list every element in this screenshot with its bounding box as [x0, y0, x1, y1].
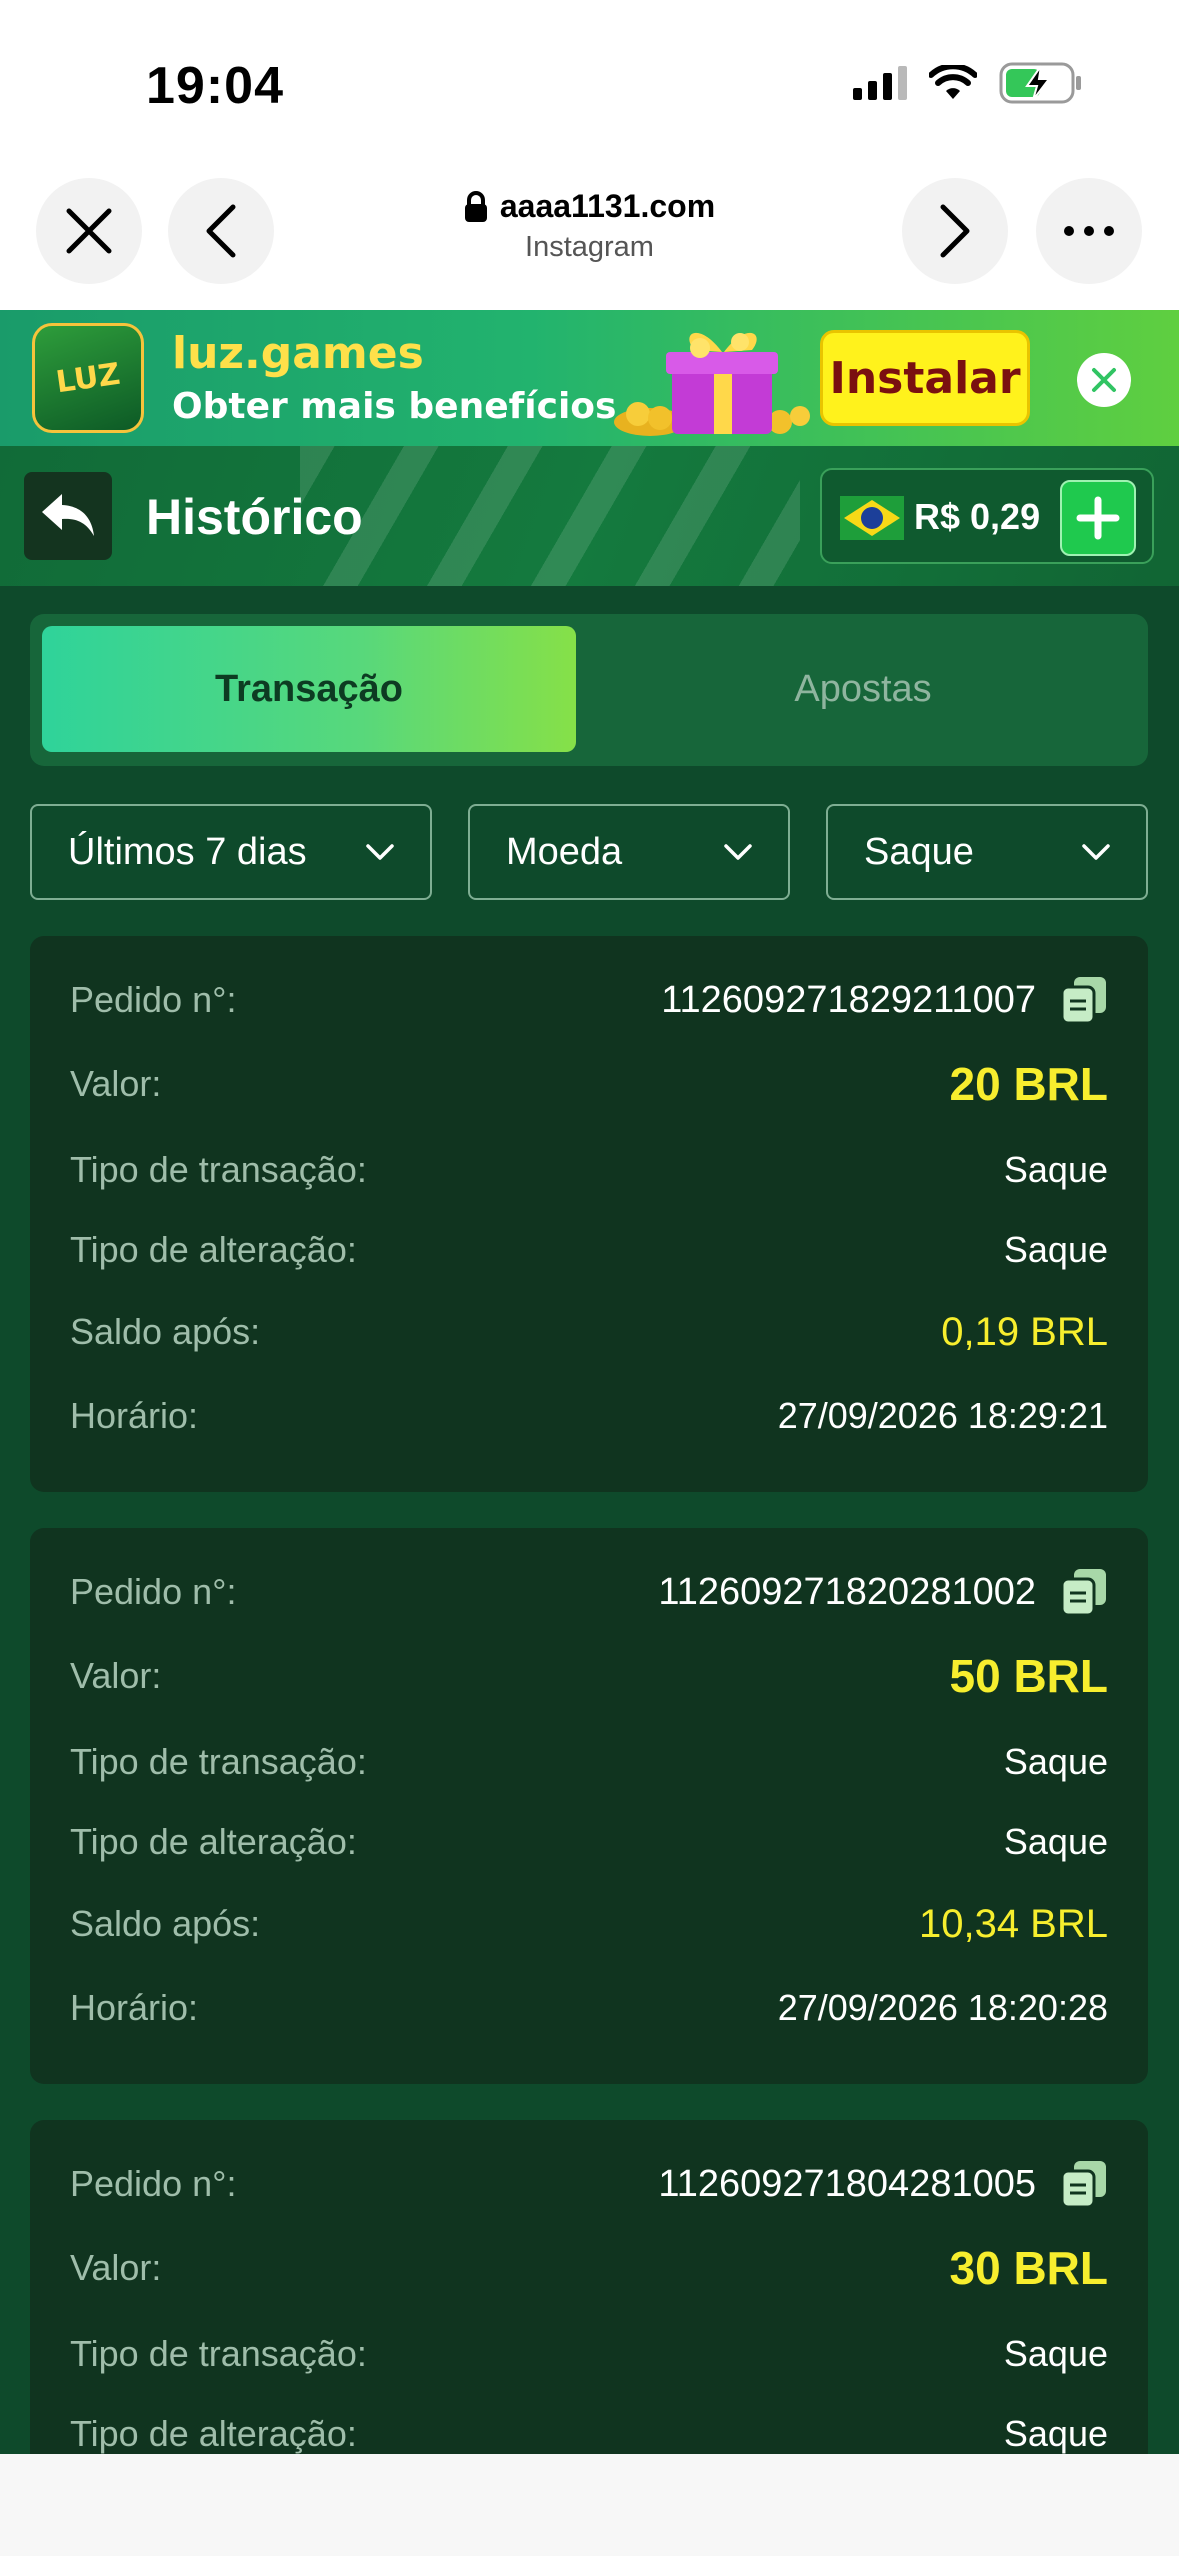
amount-label: Valor: — [70, 1063, 162, 1104]
balance-amount: R$ 0,29 — [914, 496, 1041, 537]
order-label: Pedido n°: — [70, 1571, 237, 1612]
transaction-card: Pedido n°: 112609271829211007 Valor: 20 … — [30, 936, 1148, 1492]
app-logo: LUZ — [32, 323, 144, 433]
history-tabs: Transação Apostas — [30, 614, 1148, 766]
banner-title: luz.games — [172, 328, 424, 379]
status-icons — [853, 62, 1083, 104]
time-value: 27/09/2026 18:20:28 — [777, 1987, 1108, 2028]
banner-subtitle: Obter mais benefícios — [172, 386, 617, 427]
chevron-down-icon — [366, 844, 394, 860]
time-value: 27/09/2026 18:29:21 — [777, 1395, 1108, 1436]
transaction-type-label: Tipo de transação: — [70, 1741, 367, 1782]
status-bar: 19:04 — [0, 0, 1179, 170]
order-number: 112609271820281002 — [658, 1570, 1036, 1613]
battery-charging-icon — [999, 62, 1081, 104]
status-time: 19:04 — [146, 57, 284, 115]
amount-value: 20 BRL — [949, 1058, 1108, 1110]
balance-after-value: 0,19 BRL — [941, 1309, 1108, 1354]
browser-bottom-bar — [0, 2454, 1179, 2556]
balance-after-label: Saldo após: — [70, 1903, 261, 1944]
change-type-label: Tipo de alteração: — [70, 1229, 357, 1270]
transaction-type-label: Tipo de transação: — [70, 2333, 367, 2374]
type-filter-value: Saque — [864, 830, 974, 873]
change-type-value: Saque — [1003, 1229, 1108, 1270]
brazil-flag-icon — [840, 496, 904, 540]
plus-icon — [1076, 496, 1120, 540]
balance-after-value: 10,34 BRL — [918, 1901, 1108, 1946]
currency-filter[interactable]: Moeda — [468, 804, 790, 900]
order-label: Pedido n°: — [70, 2163, 237, 2204]
history-page: Histórico R$ 0,29 Transação Apostas Últi… — [0, 446, 1179, 2454]
browser-toolbar: aaaa1131.com Instagram — [0, 170, 1179, 310]
page-title: Histórico — [146, 489, 363, 545]
url-domain: aaaa1131.com — [499, 188, 716, 224]
transaction-type-value: Saque — [1003, 1149, 1108, 1190]
transaction-type-value: Saque — [1003, 2333, 1108, 2374]
tab-bets[interactable]: Apostas — [590, 626, 1136, 752]
copy-icon[interactable] — [1060, 975, 1108, 1025]
order-label: Pedido n°: — [70, 979, 237, 1020]
more-icon — [1064, 226, 1114, 236]
install-banner: LUZ luz.games Obter mais benefícios Inst… — [0, 310, 1179, 446]
transaction-card: Pedido n°: 112609271820281002 Valor: 50 … — [30, 1528, 1148, 2084]
deposit-button[interactable] — [1060, 480, 1136, 556]
chevron-right-icon — [940, 204, 970, 258]
amount-label: Valor: — [70, 2247, 162, 2288]
type-filter[interactable]: Saque — [826, 804, 1148, 900]
copy-icon[interactable] — [1060, 1567, 1108, 1617]
change-type-label: Tipo de alteração: — [70, 2413, 357, 2454]
back-arrow-icon — [42, 494, 94, 536]
period-filter[interactable]: Últimos 7 dias — [30, 804, 432, 900]
time-label: Horário: — [70, 1987, 199, 2028]
more-options-button[interactable] — [1036, 178, 1142, 284]
change-type-value: Saque — [1003, 1821, 1108, 1862]
banner-close-icon[interactable] — [1076, 352, 1132, 408]
gift-box-icon — [614, 332, 810, 436]
page-header: Histórico R$ 0,29 — [0, 446, 1179, 586]
chevron-down-icon — [724, 844, 752, 860]
install-button[interactable]: Instalar — [820, 330, 1030, 426]
amount-label: Valor: — [70, 1655, 162, 1696]
forward-nav-button[interactable] — [902, 178, 1008, 284]
order-number: 112609271829211007 — [661, 978, 1036, 1021]
transaction-type-value: Saque — [1003, 1741, 1108, 1782]
balance-widget: R$ 0,29 — [820, 468, 1154, 564]
tab-transaction[interactable]: Transação — [42, 626, 576, 752]
transaction-type-label: Tipo de transação: — [70, 1149, 367, 1190]
balance-after-label: Saldo após: — [70, 1311, 261, 1352]
copy-icon[interactable] — [1060, 2159, 1108, 2209]
cellular-signal-icon — [853, 66, 907, 100]
transaction-card: Pedido n°: 112609271804281005 Valor: 30 … — [30, 2120, 1148, 2454]
period-filter-value: Últimos 7 dias — [68, 830, 307, 873]
order-number: 112609271804281005 — [658, 2162, 1036, 2205]
amount-value: 30 BRL — [949, 2242, 1108, 2294]
chevron-down-icon — [1082, 844, 1110, 860]
amount-value: 50 BRL — [949, 1650, 1108, 1702]
lock-icon — [464, 190, 487, 222]
back-button[interactable] — [24, 472, 112, 560]
currency-filter-value: Moeda — [506, 830, 623, 873]
change-type-label: Tipo de alteração: — [70, 1821, 357, 1862]
wifi-icon — [929, 65, 977, 99]
change-type-value: Saque — [1003, 2413, 1108, 2454]
time-label: Horário: — [70, 1395, 199, 1436]
